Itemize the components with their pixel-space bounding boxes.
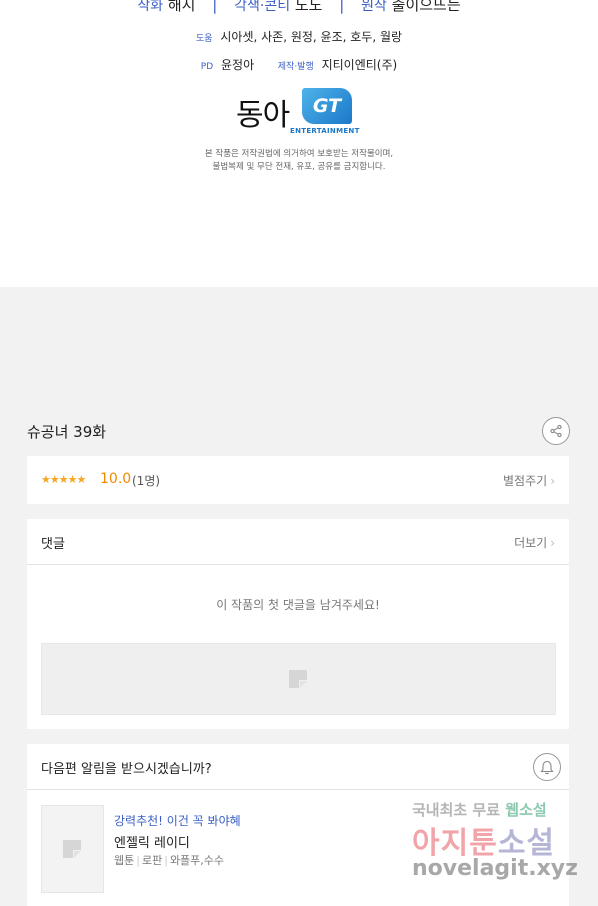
image-placeholder-icon [289, 670, 307, 688]
comments-header: 댓글 더보기 › [27, 519, 569, 565]
donga-logo: 동아 [236, 98, 290, 133]
chevron-right-icon: › [550, 474, 555, 488]
watermark-top-emphasis: 웹소설 [505, 801, 547, 819]
credit-main-line: 작화 해시 | 각색·콘티 노도 | 원작 출이으뜨는 [0, 0, 598, 15]
pd-name: 윤정아 [220, 58, 255, 72]
comments-card: 댓글 더보기 › 이 작품의 첫 댓글을 남겨주세요! [27, 519, 569, 729]
bell-icon [540, 760, 554, 774]
comments-more-label: 더보기 [514, 536, 548, 550]
gt-logo: GT [302, 88, 352, 124]
share-button[interactable] [542, 417, 570, 445]
watermark-top-text: 국내최초 무료 웹소설 [412, 799, 547, 820]
episode-title: 슈공녀 39화 [27, 423, 107, 441]
comments-more-button[interactable]: 더보기 › [514, 534, 555, 551]
credit-separator: | [212, 0, 218, 14]
producer-role: 제작·발행 [277, 62, 314, 72]
pd-producer-line: PD 윤정아 제작·발행 지티이엔티(주) [0, 56, 598, 73]
genre-label: 와플푸,수수 [169, 854, 225, 867]
copyright-line: 본 작품은 저작권법에 의거하여 보호받는 저작물이며, [204, 149, 394, 159]
comments-title: 댓글 [41, 537, 65, 552]
copyright-line: 불법복제 및 무단 전재, 유포, 공유를 금지합니다. [212, 162, 386, 172]
assist-names: 시아셋, 사존, 원정, 윤조, 호두, 월랑 [220, 30, 403, 44]
rating-stars: ★★★★★ [41, 473, 86, 486]
recommendation-genres: 웹툰 | 로판 | 와플푸,수수 [114, 854, 225, 867]
adapt-name: 노도 [294, 0, 323, 14]
assist-line: 도움 시아셋, 사존, 원정, 윤조, 호두, 월랑 [0, 28, 598, 45]
share-icon [550, 424, 562, 438]
recommendation-tag: 강력추천! 이건 꼭 봐야혜 [114, 814, 241, 828]
notify-header: 다음편 알림을 받으시겠습니까? [27, 744, 569, 790]
watermark-top-label: 국내최초 무료 [412, 801, 501, 819]
original-role: 원작 [361, 0, 387, 14]
art-role: 작화 [137, 0, 164, 14]
notify-question: 다음편 알림을 받으시겠습니까? [41, 762, 212, 777]
recommendation-thumbnail[interactable] [41, 805, 104, 893]
assist-role: 도움 [195, 34, 213, 44]
producer-name: 지티이엔티(주) [321, 58, 398, 72]
watermark-url: novelagit.xyz [412, 856, 578, 881]
chevron-right-icon: › [550, 536, 555, 550]
art-name: 해시 [167, 0, 196, 14]
rating-score: 10.0 [100, 471, 132, 487]
rating-card: ★★★★★ 10.0 (1명) 별점주기 › [27, 456, 569, 504]
credits-section: 작화 해시 | 각색·콘티 노도 | 원작 출이으뜨는 도움 시아셋, 사존, … [0, 0, 598, 287]
ad-placeholder[interactable] [41, 643, 556, 715]
image-placeholder-icon [63, 840, 81, 858]
rate-button-label: 별점주기 [503, 474, 548, 488]
genre-label: 로판 [141, 854, 163, 867]
genre-label: 웹툰 [114, 854, 135, 867]
recommendation-title[interactable]: 엔젤릭 레이디 [114, 832, 190, 851]
adapt-role: 각색·콘티 [234, 0, 291, 14]
comments-empty-message: 이 작품의 첫 댓글을 남겨주세요! [216, 598, 380, 612]
pd-role: PD [200, 62, 214, 72]
rate-button[interactable]: 별점주기 › [503, 472, 555, 489]
original-name: 출이으뜨는 [391, 0, 461, 14]
rating-count: (1명) [132, 474, 161, 488]
notify-bell-button[interactable] [533, 753, 561, 781]
credit-separator: | [339, 0, 345, 14]
copyright-notice: 본 작품은 저작권법에 의거하여 보호받는 저작물이며, 불법복제 및 무단 전… [0, 148, 598, 174]
gt-logo-subtitle: ENTERTAINMENT [290, 127, 360, 135]
